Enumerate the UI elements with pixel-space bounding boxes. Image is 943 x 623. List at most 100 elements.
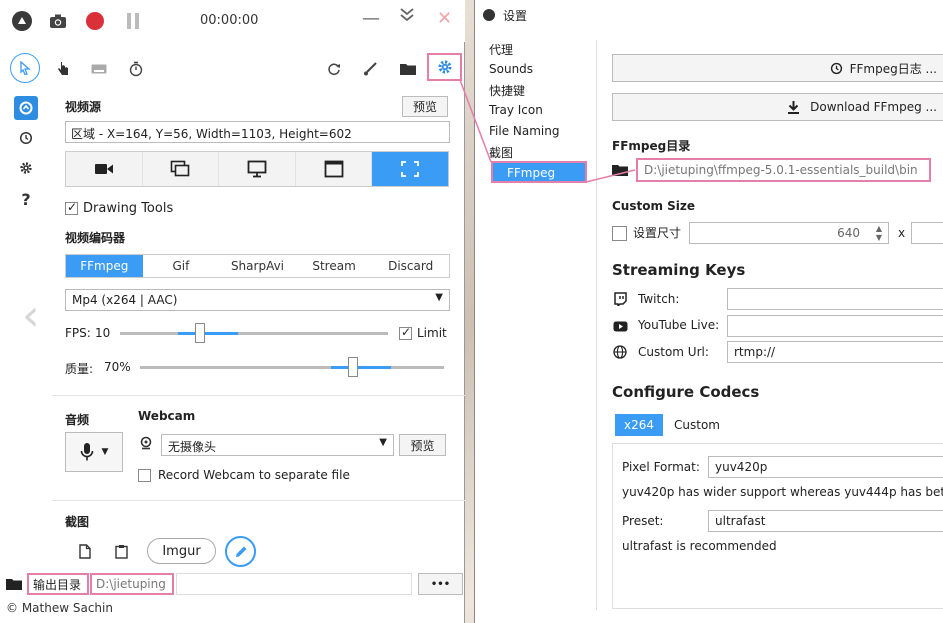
close-button[interactable]: ✕ [437, 8, 452, 29]
chevron-left-icon: ‹ [22, 290, 40, 341]
quality-slider-fill [330, 366, 391, 369]
screen-mode-button[interactable] [219, 152, 296, 186]
pencil-icon [235, 546, 246, 557]
ffmpeg-path-field[interactable]: D:\jietuping\ffmpeg-5.0.1-essentials_bui… [636, 158, 931, 182]
download-ffmpeg-label: Download FFmpeg ... [810, 100, 937, 114]
tab-sharpavi[interactable]: SharpAvi [219, 255, 296, 277]
settings-nav-hotkeys[interactable]: 快捷键 [489, 82, 525, 99]
pointer-tool[interactable] [10, 53, 40, 83]
preset-input[interactable]: ultrafast [708, 510, 943, 532]
annotation-brush-button[interactable] [357, 56, 383, 82]
folder-icon [612, 165, 628, 176]
settings-nav-screenshot[interactable]: 截图 [489, 144, 513, 161]
webcam-icon [138, 435, 154, 451]
divider [596, 40, 597, 610]
screenshot-button[interactable] [47, 10, 69, 32]
youtube-key-input[interactable] [727, 315, 943, 337]
fps-limit-checkbox[interactable]: Limit [399, 325, 447, 340]
keystrokes-tool[interactable] [86, 56, 112, 82]
tab-discard[interactable]: Discard [372, 255, 449, 277]
height-input[interactable] [911, 222, 943, 244]
windows-icon [171, 160, 190, 177]
separate-file-checkbox[interactable]: Record Webcam to separate file [138, 468, 350, 482]
screenshot-editor-button[interactable] [225, 536, 256, 567]
nav-home[interactable] [14, 96, 38, 120]
video-camera-icon [94, 164, 113, 174]
browse-folder-button[interactable] [612, 163, 628, 177]
video-source-preview-button[interactable]: 预览 [402, 96, 448, 117]
tab-gif[interactable]: Gif [142, 255, 220, 277]
region-mode-button[interactable] [372, 152, 448, 186]
divider [52, 500, 465, 501]
format-select[interactable]: Mp4 (x264 | AAC) ▼ [65, 289, 450, 311]
preset-label: Preset: [622, 514, 664, 528]
ffmpeg-log-button[interactable]: FFmpeg日志 ... [612, 54, 943, 82]
imgur-button[interactable]: Imgur [147, 538, 216, 564]
pause-button[interactable] [122, 10, 144, 32]
tab-ffmpeg[interactable]: FFmpeg [66, 255, 143, 277]
window-mode-button[interactable] [142, 152, 220, 186]
nav-history[interactable] [14, 126, 38, 150]
timer-tool[interactable] [123, 56, 149, 82]
tab-custom[interactable]: Custom [674, 418, 720, 432]
webcam-preview-button[interactable]: 预览 [399, 434, 446, 456]
minimize-button[interactable]: — [362, 8, 380, 29]
custom-url-input[interactable]: rtmp:// [727, 341, 943, 363]
webcam-mode-button[interactable] [66, 152, 143, 186]
file-icon [79, 543, 91, 559]
nav-settings[interactable] [14, 156, 38, 180]
pixel-format-input[interactable]: yuv420p [708, 456, 943, 478]
settings-nav-sounds[interactable]: Sounds [489, 62, 533, 76]
collapse-button[interactable] [400, 6, 414, 27]
settings-nav-file-naming[interactable]: File Naming [489, 124, 559, 138]
settings-nav-tray-icon[interactable]: Tray Icon [489, 103, 543, 117]
captura-logo-icon [12, 11, 32, 31]
gear-icon [20, 162, 32, 174]
tab-x264[interactable]: x264 [615, 414, 663, 436]
quality-slider-thumb[interactable] [347, 357, 358, 377]
quality-slider-track[interactable] [140, 366, 444, 369]
width-input[interactable]: 640 ▲ ▼ [689, 222, 889, 244]
fps-slider-track[interactable] [120, 332, 388, 335]
checkbox-box [399, 325, 412, 340]
tool-bar [0, 50, 465, 86]
audio-title: 音频 [65, 413, 90, 427]
output-path-field[interactable] [176, 573, 412, 595]
twitch-key-input[interactable] [727, 288, 943, 310]
configure-codecs-title: Configure Codecs [612, 383, 760, 401]
custom-size-title: Custom Size [612, 199, 696, 213]
pixel-format-note: yuv420p has wider support whereas yuv444… [622, 485, 943, 499]
status-footer: 输出目录 D:\jietuping ••• [0, 573, 465, 597]
fullscreen-mode-button[interactable] [295, 152, 373, 186]
settings-nav-ffmpeg[interactable]: FFmpeg [491, 161, 587, 183]
output-path-value[interactable]: D:\jietuping [90, 573, 174, 595]
region-info-field[interactable]: 区域 - X=164, Y=56, Width=1103, Height=602 [65, 121, 450, 143]
ffmpeg-dir-title: FFmpeg目录 [612, 139, 691, 153]
nav-help[interactable]: ? [14, 187, 38, 211]
click-tool[interactable] [50, 56, 76, 82]
open-folder-button[interactable] [395, 56, 421, 82]
clipboard-icon [114, 544, 128, 559]
fps-slider-fill [178, 332, 239, 335]
folder-icon[interactable] [6, 577, 22, 591]
tab-stream[interactable]: Stream [295, 255, 373, 277]
more-options-button[interactable]: ••• [418, 573, 463, 595]
stepper-icon: ▲ ▼ [875, 224, 882, 242]
separate-file-label: Record Webcam to separate file [158, 468, 350, 482]
drawing-tools-checkbox[interactable]: Drawing Tools [65, 200, 173, 216]
fps-slider-thumb[interactable] [195, 323, 206, 343]
webcam-device-select[interactable]: 无摄像头 ▼ [161, 434, 394, 456]
clipboard-button[interactable] [112, 541, 130, 561]
app-menu-button[interactable] [11, 10, 33, 32]
streaming-keys-title: Streaming Keys [612, 261, 746, 279]
record-button[interactable] [84, 10, 106, 32]
save-to-disk-button[interactable] [76, 541, 94, 561]
settings-nav-proxy[interactable]: 代理 [489, 41, 513, 58]
download-ffmpeg-button[interactable]: Download FFmpeg ... [612, 93, 943, 121]
custom-size-checkbox[interactable]: 设置尺寸 [612, 224, 681, 241]
microphone-select-button[interactable]: ▼ [65, 432, 123, 472]
refresh-button[interactable] [321, 56, 347, 82]
settings-gear-button[interactable] [427, 53, 462, 81]
twitch-icon [612, 291, 628, 307]
youtube-icon [612, 318, 628, 334]
